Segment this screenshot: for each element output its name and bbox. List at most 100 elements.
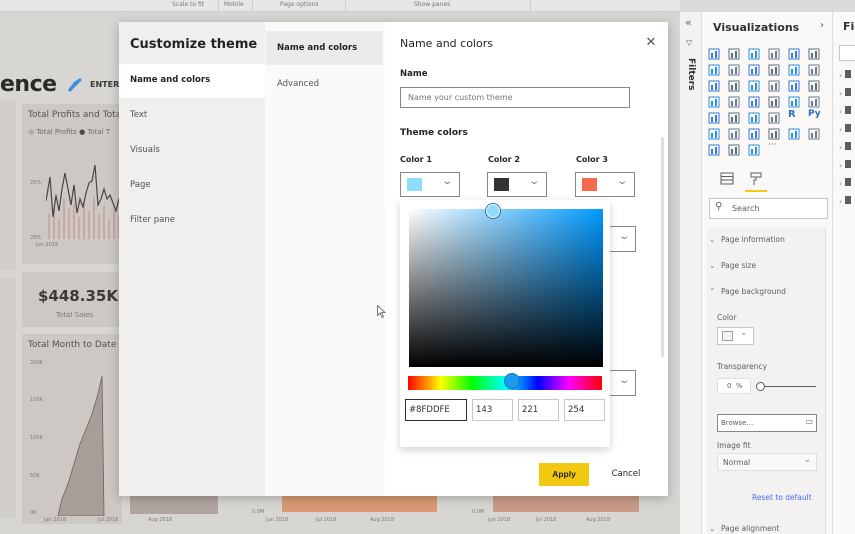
funnel-icon[interactable] (728, 77, 740, 92)
section-page-information[interactable]: ⌄ Page information (709, 235, 785, 244)
field-table-item[interactable]: › (839, 160, 851, 170)
slicer-icon[interactable] (728, 109, 740, 124)
table-icon[interactable] (748, 109, 760, 124)
shape-map-icon[interactable] (748, 93, 760, 108)
fields-search-input[interactable] (839, 45, 855, 61)
section-page-alignment[interactable]: ⌄ Page alignment (709, 524, 779, 533)
field-table-item[interactable]: › (839, 106, 851, 116)
transparency-input[interactable]: 0 % (717, 378, 751, 394)
treemap-icon[interactable] (808, 77, 820, 92)
chevron-down-icon: ⌄ (709, 524, 716, 533)
color-dropdown-obscured[interactable]: ⌄ (609, 370, 636, 396)
transparency-slider-handle[interactable] (756, 382, 765, 391)
smart-narrative-icon[interactable] (768, 125, 780, 140)
qa-icon[interactable] (748, 125, 760, 140)
scatter-icon[interactable] (748, 77, 760, 92)
r-visual-icon[interactable]: R (788, 109, 800, 121)
section-page-background[interactable]: ⌃ Page background (709, 287, 786, 296)
nav-filter-pane[interactable]: Filter pane (119, 204, 265, 238)
content-scrollbar[interactable] (661, 137, 664, 357)
more-visuals-icon[interactable]: ··· (768, 141, 780, 153)
section-page-size[interactable]: ⌄ Page size (709, 261, 756, 270)
stacked-area-icon[interactable] (748, 61, 760, 76)
gauge-icon[interactable] (768, 93, 780, 108)
field-table-item[interactable]: › (839, 70, 851, 80)
stacked-bar-icon[interactable] (708, 45, 720, 60)
nav-text[interactable]: Text (119, 99, 265, 133)
bottom-mid-x-tick: Jul 2018 (316, 517, 337, 523)
bg-color-dropdown[interactable]: ⌄ (717, 327, 754, 345)
hex-input[interactable]: #8FDDFE (405, 399, 467, 421)
apply-button[interactable]: Apply (539, 463, 589, 486)
saturation-value-handle[interactable] (485, 203, 501, 219)
filters-label[interactable]: Filters (686, 58, 696, 91)
kpi-icon[interactable] (708, 109, 720, 124)
100-column-icon[interactable] (808, 45, 820, 60)
image-fit-dropdown[interactable]: Normal ⌄ (717, 453, 817, 471)
subnav-advanced[interactable]: Advanced (266, 67, 383, 101)
nav-page[interactable]: Page (119, 169, 265, 203)
paginated-report-icon[interactable] (808, 125, 820, 140)
line-clustered-icon[interactable] (788, 61, 800, 76)
card-icon[interactable] (788, 93, 800, 108)
map-icon[interactable] (708, 93, 720, 108)
color-1-dropdown[interactable]: ⌄ (400, 172, 460, 197)
field-table-item[interactable]: › (839, 88, 851, 98)
color-2-dropdown[interactable]: ⌄ (487, 172, 547, 197)
line-chart-icon[interactable] (708, 61, 720, 76)
trophy-icon[interactable] (788, 125, 800, 140)
color-3-dropdown[interactable]: ⌄ (575, 172, 635, 197)
area-chart-icon[interactable] (728, 61, 740, 76)
color-dropdown-obscured[interactable]: ⌄ (609, 226, 636, 252)
clustered-bar-icon[interactable] (748, 45, 760, 60)
dialog-title: Customize theme (130, 37, 258, 52)
multirow-card-icon[interactable] (808, 93, 820, 108)
format-search-input[interactable]: Search (709, 198, 828, 219)
field-table-item[interactable]: › (839, 196, 851, 206)
key-influencers-icon[interactable] (708, 125, 720, 140)
reset-to-default-link[interactable]: Reset to default (752, 493, 812, 502)
line-column-icon[interactable] (768, 61, 780, 76)
green-input[interactable]: 221 (518, 399, 559, 421)
profits-chart-card[interactable]: Total Profits and Tota ● Total Profits ●… (22, 104, 122, 264)
matrix-icon[interactable] (768, 109, 780, 124)
blue-input[interactable]: 254 (564, 399, 605, 421)
profits-y-tick: 25% (30, 180, 42, 186)
format-paint-roller-icon[interactable] (750, 172, 762, 186)
hue-slider-handle[interactable] (504, 373, 520, 389)
close-icon[interactable]: ✕ (644, 36, 658, 50)
mtd-chart-card[interactable]: Total Month to Date 200K 150K 100K 50K 0… (22, 334, 122, 524)
arcgis-icon[interactable] (708, 141, 720, 156)
waterfall-icon[interactable] (708, 77, 720, 92)
power-automate-icon[interactable] (748, 141, 760, 156)
power-apps-icon[interactable] (728, 141, 740, 156)
filled-map-icon[interactable] (728, 93, 740, 108)
stacked-column-icon[interactable] (728, 45, 740, 60)
browse-image-input[interactable]: Browse... ▭ (717, 414, 817, 432)
double-chevron-left-icon[interactable]: « (685, 16, 692, 29)
python-visual-icon[interactable]: Py (808, 109, 821, 121)
donut-icon[interactable] (788, 77, 800, 92)
image-icon: ▭ (805, 417, 813, 426)
saturation-value-area[interactable] (409, 209, 603, 367)
pie-icon[interactable] (768, 77, 780, 92)
field-table-item[interactable]: › (839, 124, 851, 134)
dialog-secondary-nav: Name and colors Advanced (265, 22, 385, 496)
ribbon-chart-icon[interactable] (808, 61, 820, 76)
field-table-item[interactable]: › (839, 142, 851, 152)
nav-visuals[interactable]: Visuals (119, 134, 265, 168)
subnav-name-and-colors[interactable]: Name and colors (266, 31, 383, 65)
chevron-right-icon[interactable]: › (820, 20, 824, 31)
red-input[interactable]: 143 (472, 399, 513, 421)
fields-tab-icon[interactable] (720, 172, 734, 185)
chevron-down-icon: ⌄ (527, 176, 540, 187)
theme-name-input[interactable] (400, 87, 630, 108)
report-title: ence (0, 72, 57, 97)
clustered-column-icon[interactable] (768, 45, 780, 60)
nav-name-and-colors[interactable]: Name and colors (119, 64, 265, 98)
decomposition-tree-icon[interactable] (728, 125, 740, 140)
transparency-slider-track[interactable] (758, 386, 816, 387)
100-bar-icon[interactable] (788, 45, 800, 60)
field-table-item[interactable]: › (839, 178, 851, 188)
cancel-button[interactable]: Cancel (607, 463, 645, 486)
